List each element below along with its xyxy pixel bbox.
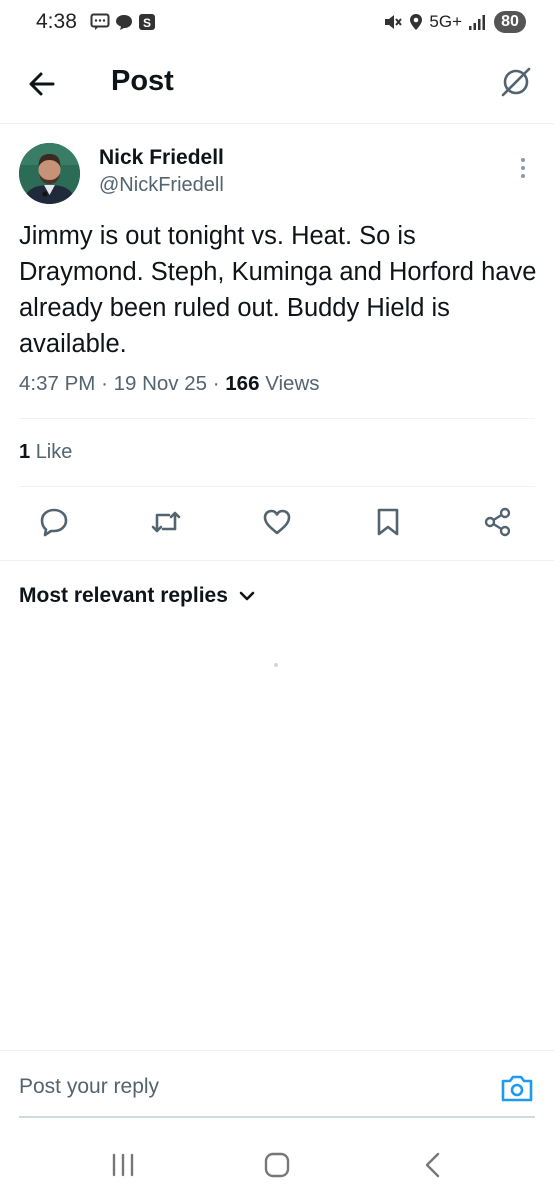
network-label: 5G+ [429,12,462,31]
camera-icon [501,1075,533,1102]
share-button[interactable] [482,506,514,538]
system-nav-bar [0,1130,554,1200]
meta-separator: · [101,372,114,395]
status-bar: 4:38 S 5G+ 80 [0,0,554,50]
likes-label: Like [35,441,73,463]
avatar[interactable] [19,143,80,204]
more-vertical-icon [521,158,525,178]
mute-icon [385,15,403,29]
bookmark-icon [377,508,399,536]
post-meta: 4:37 PM · 19 Nov 25 · 166 Views [19,372,320,396]
repost-button[interactable] [149,506,181,538]
post-text: Jimmy is out tonight vs. Heat. So is Dra… [19,222,537,358]
home-button[interactable] [262,1150,292,1180]
like-button[interactable] [261,506,293,538]
share-icon [484,507,511,537]
chevron-down-icon [239,591,255,601]
bookmark-button[interactable] [372,506,404,538]
replies-sort-label: Most relevant replies [19,584,228,607]
page-title: Post [111,65,174,97]
author-handle[interactable]: @NickFriedell [99,174,224,197]
status-icons-left: S [90,13,156,31]
divider [19,418,535,419]
post-date: 19 Nov 25 [113,372,208,395]
s-app-icon: S [139,14,155,30]
post-time: 4:37 PM [19,372,96,395]
more-options-button[interactable] [516,156,530,180]
heart-icon [263,509,291,535]
chat-icon [116,15,132,30]
back-button[interactable] [24,66,60,102]
location-icon [410,14,423,30]
divider [0,560,554,561]
divider [19,486,535,487]
repost-icon [151,511,181,533]
svg-text:S: S [143,16,151,30]
likes-link[interactable]: 1 Like [19,441,72,464]
back-icon [425,1152,440,1178]
recents-icon [112,1153,134,1177]
status-time: 4:38 [36,10,77,33]
reply-button[interactable] [38,506,70,538]
home-icon [264,1152,290,1178]
action-bar [0,502,554,546]
reply-input[interactable] [19,1075,479,1099]
battery-indicator: 80 [494,11,526,33]
likes-count: 1 [19,441,31,463]
status-icons-right: 5G+ 80 [383,11,526,33]
signal-icon [469,15,485,30]
loading-indicator [274,663,278,667]
replies-sort-dropdown[interactable]: Most relevant replies [19,584,256,608]
views-count: 166 [225,372,260,395]
grok-icon [501,67,531,97]
camera-button[interactable] [500,1073,534,1103]
message-icon [90,13,110,30]
grok-button[interactable] [498,64,534,100]
recents-button[interactable] [108,1150,138,1180]
reply-icon [40,508,68,537]
avatar-photo [19,143,80,204]
reply-composer [0,1050,554,1119]
views-label: Views [265,372,320,395]
author-name[interactable]: Nick Friedell [99,146,224,170]
arrow-left-icon [29,72,55,96]
meta-separator: · [212,372,226,395]
top-app-bar: Post [0,50,554,124]
reply-underline [19,1116,535,1118]
system-back-button[interactable] [419,1150,449,1180]
